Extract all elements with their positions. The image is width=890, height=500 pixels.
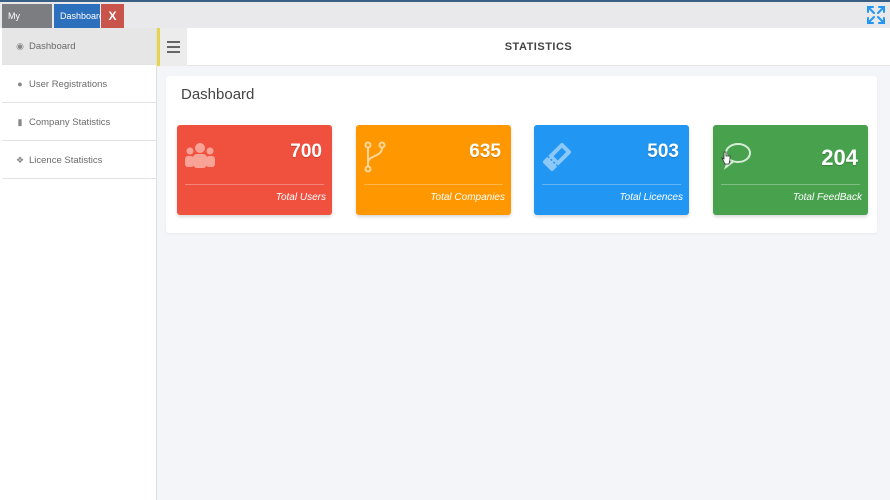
sidebar-item-dashboard[interactable]: ◉ Dashboard [2, 28, 156, 65]
hamburger-icon [167, 41, 180, 43]
card-divider [721, 184, 860, 185]
user-icon: ● [17, 79, 23, 89]
ticket-icon [542, 142, 572, 172]
page-title: STATISTICS [187, 28, 890, 66]
card-divider [542, 184, 681, 185]
stat-value: 700 [290, 141, 322, 162]
stat-value: 503 [647, 141, 679, 162]
fork-icon [364, 141, 386, 173]
panel-title: Dashboard [181, 86, 255, 103]
stat-card-licences[interactable]: 503 Total Licences [534, 125, 689, 215]
expand-icon[interactable] [866, 5, 886, 25]
cursor-icon [721, 151, 731, 165]
stat-label: Total Companies [430, 192, 505, 203]
stat-card-feedback[interactable]: 204 Total FeedBack [713, 125, 868, 215]
tab-my-updates[interactable]: My Updates [2, 4, 52, 45]
tab-strip: My Updates Dashboard X [0, 0, 890, 45]
sidebar-item-user-registrations[interactable]: ● User Registrations [2, 66, 156, 103]
stat-card-companies[interactable]: 635 Total Companies [356, 125, 511, 215]
stat-value: 635 [469, 141, 501, 162]
users-icon [185, 143, 215, 168]
stat-card-users[interactable]: 700 Total Users [177, 125, 332, 215]
sidebar-item-label: User Registrations [29, 78, 108, 90]
sidebar-item-label: Company Statistics [29, 116, 111, 128]
stat-value: 204 [821, 145, 858, 170]
sidebar: ◉ Dashboard ● User Registrations ▮ Compa… [0, 28, 157, 500]
stat-label: Total Licences [619, 192, 683, 203]
card-divider [185, 184, 324, 185]
sidebar-item-licence-statistics[interactable]: ❖ Licence Statistics [2, 142, 156, 179]
sidebar-item-label: Licence Statistics [29, 154, 103, 166]
hamburger-line [167, 51, 180, 53]
licence-icon: ❖ [15, 154, 25, 165]
hamburger-line [167, 46, 180, 48]
card-divider [364, 184, 503, 185]
tab-close-button[interactable]: X [101, 4, 124, 28]
tab-dashboard[interactable]: Dashboard [54, 4, 104, 28]
stat-label: Total Users [275, 192, 326, 203]
building-icon: ▮ [17, 116, 23, 127]
sidebar-item-company-statistics[interactable]: ▮ Company Statistics [2, 104, 156, 141]
stat-label: Total FeedBack [792, 192, 862, 203]
sidebar-item-label: Dashboard [29, 40, 76, 52]
dashboard-panel: Dashboard 700 Total Users 635 Total Comp… [166, 76, 877, 233]
menu-toggle-button[interactable] [157, 28, 187, 66]
dashboard-icon: ◉ [16, 40, 24, 51]
